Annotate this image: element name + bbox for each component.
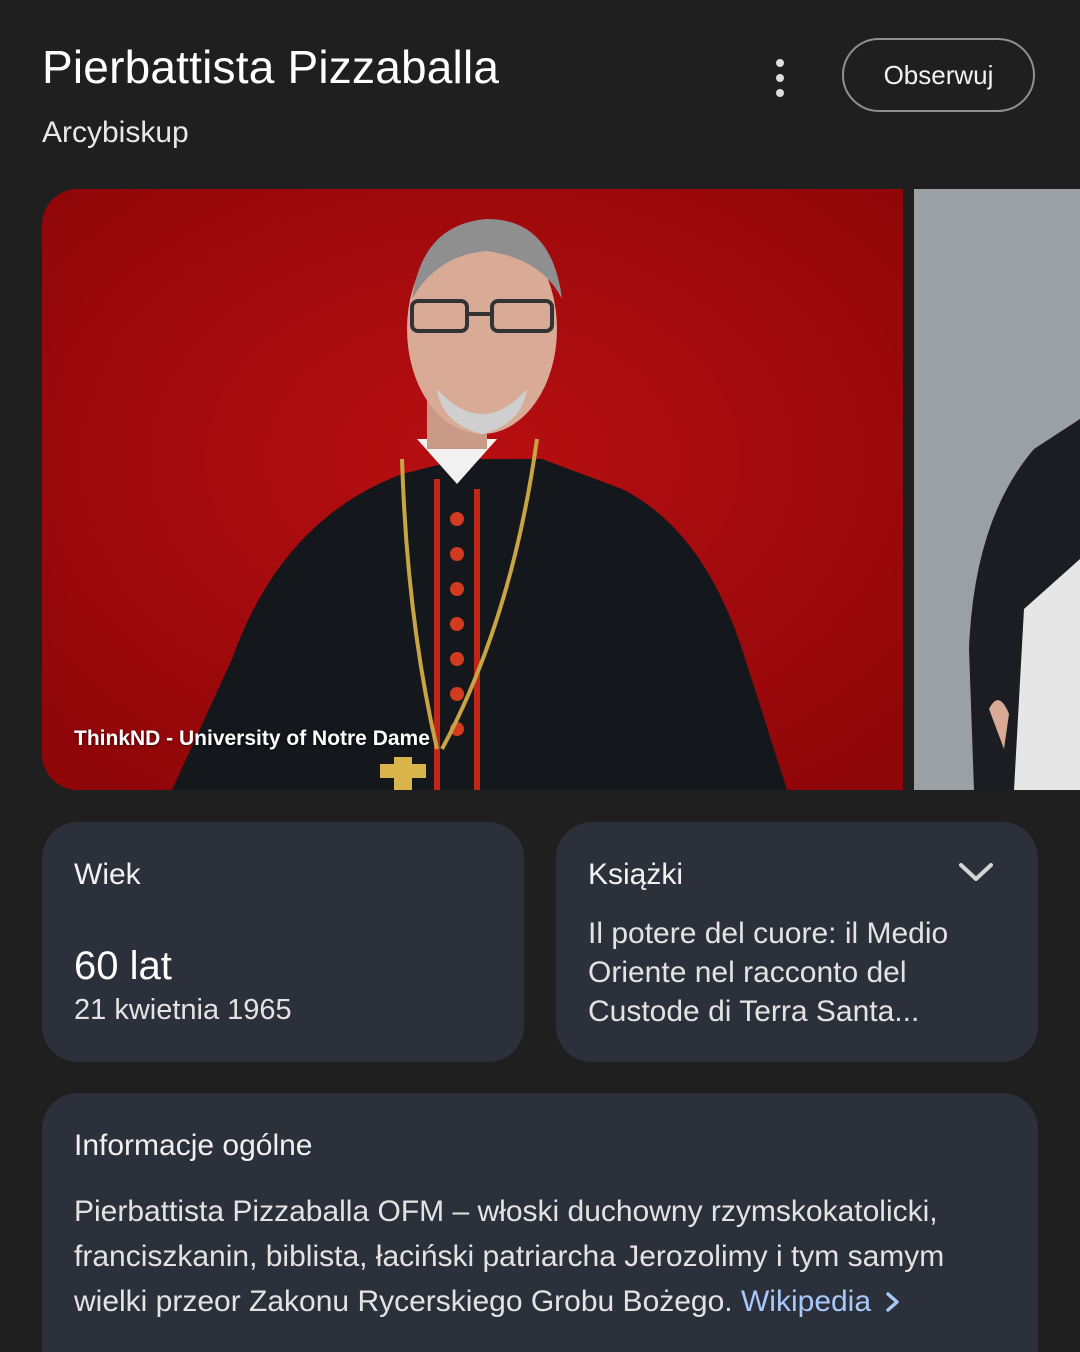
main-photo[interactable]: ThinkND - University of Notre Dame bbox=[42, 189, 903, 790]
page-subtitle: Arcybiskup bbox=[42, 116, 189, 149]
books-card[interactable]: Książki Il potere del cuore: il Medio Or… bbox=[556, 822, 1038, 1062]
info-description: Pierbattista Pizzaballa OFM – włoski duc… bbox=[74, 1189, 1014, 1324]
more-vert-icon bbox=[776, 59, 784, 67]
chevron-down-icon[interactable] bbox=[958, 860, 994, 884]
chevron-right-icon bbox=[886, 1292, 899, 1312]
secondary-illustration bbox=[914, 189, 1080, 790]
age-label: Wiek bbox=[74, 858, 141, 891]
info-label: Informacje ogólne bbox=[74, 1129, 313, 1162]
page-title: Pierbattista Pizzaballa bbox=[42, 41, 500, 93]
more-options-button[interactable] bbox=[756, 52, 804, 104]
knowledge-panel: Pierbattista Pizzaballa Arcybiskup Obser… bbox=[0, 0, 1080, 1352]
books-label: Książki bbox=[588, 858, 684, 891]
secondary-photo[interactable] bbox=[914, 189, 1080, 790]
wikipedia-link[interactable]: Wikipedia bbox=[741, 1285, 901, 1318]
wikipedia-link-label: Wikipedia bbox=[740, 1285, 872, 1318]
birth-date: 21 kwietnia 1965 bbox=[74, 994, 292, 1026]
image-credit: ThinkND - University of Notre Dame bbox=[74, 727, 430, 750]
general-info-card: Informacje ogólne Pierbattista Pizzaball… bbox=[42, 1093, 1038, 1352]
follow-button[interactable]: Obserwuj bbox=[842, 38, 1035, 112]
age-value: 60 lat bbox=[74, 944, 172, 988]
age-card[interactable]: Wiek 60 lat 21 kwietnia 1965 bbox=[42, 822, 524, 1062]
portrait-illustration bbox=[42, 189, 903, 790]
book-title[interactable]: Il potere del cuore: il Medio Oriente ne… bbox=[588, 914, 1008, 1031]
